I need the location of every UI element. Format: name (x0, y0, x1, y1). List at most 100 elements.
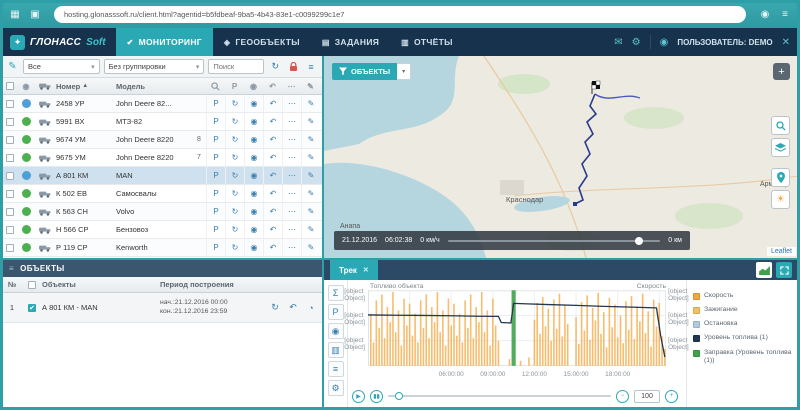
vehicle-row[interactable]: 2458 УР John Deere 82... P ↻ ◉ ↶ ⋯ ✎ (2, 95, 322, 113)
vehicle-row[interactable]: 9675 УМ John Deere 8220 7 P ↻ ◉ ↶ ⋯ ✎ (2, 149, 322, 167)
history-button[interactable]: ↶ (263, 221, 282, 238)
parking-button[interactable]: P (206, 95, 225, 112)
parking-button[interactable]: P (206, 131, 225, 148)
grouping-select[interactable]: Без группировки ▾ (104, 59, 205, 74)
edit-button[interactable]: ✎ (301, 131, 320, 148)
nav-item[interactable]: ◈ ГЕООБЪЕКТЫ (213, 28, 311, 56)
row-checkbox[interactable] (6, 190, 14, 198)
parkings-icon[interactable]: P (328, 304, 344, 320)
track-refresh-button[interactable]: ↻ (225, 167, 244, 184)
track-refresh-button[interactable]: ↻ (225, 221, 244, 238)
more-button[interactable]: ⋯ (282, 95, 301, 112)
history-button[interactable]: ↶ (263, 149, 282, 166)
map[interactable]: Краснодар Анапа Армавир ОБЪЕКТЫ ▾ + ☀ (324, 56, 798, 258)
settings-gear-icon[interactable]: ⚙ (632, 37, 641, 48)
vehicle-row[interactable]: Р 119 СР Kenworth P ↻ ◉ ↶ ⋯ ✎ (2, 239, 322, 257)
parking-button[interactable]: P (206, 203, 225, 220)
chart-icon[interactable]: ▥ (328, 342, 344, 358)
weather-button[interactable]: ☀ (771, 190, 790, 209)
filter-all-select[interactable]: Все ▾ (23, 59, 100, 74)
history-button[interactable]: ↶ (263, 185, 282, 202)
map-objects-caret[interactable]: ▾ (397, 63, 411, 80)
row-checkbox[interactable] (6, 244, 14, 252)
watch-button[interactable]: ◉ (244, 203, 263, 220)
nav-item[interactable]: ▤ ЗАДАНИЯ (311, 28, 390, 56)
edit-button[interactable]: ✎ (301, 221, 320, 238)
search-input[interactable] (208, 59, 264, 74)
lock-button[interactable] (286, 59, 300, 74)
legend-item[interactable]: Скорость (693, 292, 794, 300)
track-refresh-button[interactable]: ↻ (225, 239, 244, 256)
object-checkbox[interactable]: ✔ (28, 304, 36, 312)
edit-list-icon[interactable]: ✎ (6, 61, 19, 72)
more-button[interactable]: ⋯ (282, 149, 301, 166)
track-refresh-button[interactable]: ↻ (225, 149, 244, 166)
refresh-button[interactable]: ↻ (268, 59, 282, 74)
select-all-checkbox[interactable] (6, 82, 14, 90)
more-button[interactable]: ⋯ (282, 185, 301, 202)
row-checkbox[interactable] (6, 226, 14, 234)
nav-item[interactable]: ✔ МОНИТОРИНГ (116, 28, 213, 56)
history-button[interactable]: ↶ (263, 239, 282, 256)
object-row[interactable]: 1 ✔ А 801 КМ - MAN нач.:21.12.2016 00:00… (2, 293, 322, 323)
history-button[interactable]: ↶ (263, 131, 282, 148)
watch-button[interactable]: ◉ (244, 113, 263, 130)
play-button[interactable]: ▶ (352, 390, 365, 403)
panel-menu-icon[interactable]: ≡ (9, 264, 14, 273)
track-refresh-button[interactable]: ↻ (225, 113, 244, 130)
edit-button[interactable]: ✎ (301, 113, 320, 130)
area-chart-button[interactable] (756, 262, 772, 278)
more-button[interactable]: ⋯ (282, 203, 301, 220)
events-list-icon[interactable]: ≡ (328, 361, 344, 377)
map-attribution[interactable]: Leaflet (767, 247, 796, 256)
vehicle-row[interactable]: К 563 СН Volvo P ↻ ◉ ↶ ⋯ ✎ (2, 203, 322, 221)
watch-button[interactable]: ◉ (244, 167, 263, 184)
mail-icon[interactable]: ✉ (614, 37, 622, 48)
more-button[interactable]: ⋯ (282, 239, 301, 256)
model-column-header[interactable]: Модель (116, 78, 192, 94)
playback-slider[interactable] (388, 395, 611, 397)
more-button[interactable]: ⋯ (282, 131, 301, 148)
summary-icon[interactable]: Σ (328, 285, 344, 301)
history-button[interactable]: ↶ (263, 203, 282, 220)
layers-button[interactable] (771, 138, 790, 157)
edit-button[interactable]: ✎ (301, 149, 320, 166)
vehicle-row[interactable]: Н 566 СР Бензовоз P ↻ ◉ ↶ ⋯ ✎ (2, 221, 322, 239)
poi-button[interactable] (771, 168, 790, 187)
vehicle-row[interactable]: К 502 ЕВ Самосвалы P ↻ ◉ ↶ ⋯ ✎ (2, 185, 322, 203)
watch-button[interactable]: ◉ (244, 185, 263, 202)
edit-button[interactable]: ✎ (301, 203, 320, 220)
track-refresh-button[interactable]: ↻ (225, 203, 244, 220)
parking-button[interactable]: P (206, 221, 225, 238)
row-checkbox[interactable] (6, 136, 14, 144)
track-refresh-button[interactable]: ↻ (225, 95, 244, 112)
fuel-icon[interactable]: ◉ (328, 323, 344, 339)
vehicle-row[interactable]: А 801 КМ MAN P ↻ ◉ ↶ ⋯ ✎ (2, 167, 322, 185)
track-refresh-button[interactable]: ↻ (225, 131, 244, 148)
watch-button[interactable]: ◉ (244, 131, 263, 148)
edit-button[interactable]: ✎ (301, 95, 320, 112)
slider-thumb[interactable] (635, 237, 643, 245)
more-button[interactable]: ⋯ (282, 167, 301, 184)
watch-button[interactable]: ◉ (244, 95, 263, 112)
history-button[interactable]: ↶ (263, 95, 282, 112)
logout-icon[interactable]: ✕ (782, 37, 790, 48)
legend-item[interactable]: Остановка (693, 320, 794, 328)
row-checkbox[interactable] (6, 118, 14, 126)
playback-slider-thumb[interactable] (395, 392, 403, 400)
pause-button[interactable]: ▮▮ (370, 390, 383, 403)
fuel-chart[interactable]: 06:00:0009:00:0012:00:0015:00:0018:00:00 (368, 290, 666, 380)
edit-button[interactable]: ✎ (301, 167, 320, 184)
objects-select-all[interactable] (28, 281, 36, 289)
settings-icon[interactable]: ⚙ (328, 380, 344, 396)
chart-button[interactable]: ◔ (302, 303, 320, 313)
map-objects-button[interactable]: ОБЪЕКТЫ ▾ (332, 63, 411, 80)
undo-button[interactable]: ↶ (284, 302, 302, 313)
row-checkbox[interactable] (6, 172, 14, 180)
speed-minus-button[interactable]: − (616, 390, 629, 403)
profile-icon[interactable]: ◉ (758, 9, 772, 20)
number-column-header[interactable]: Номер▲ (56, 78, 116, 94)
row-checkbox[interactable] (6, 208, 14, 216)
rebuild-track-button[interactable]: ↻ (266, 302, 284, 313)
parking-button[interactable]: P (206, 149, 225, 166)
